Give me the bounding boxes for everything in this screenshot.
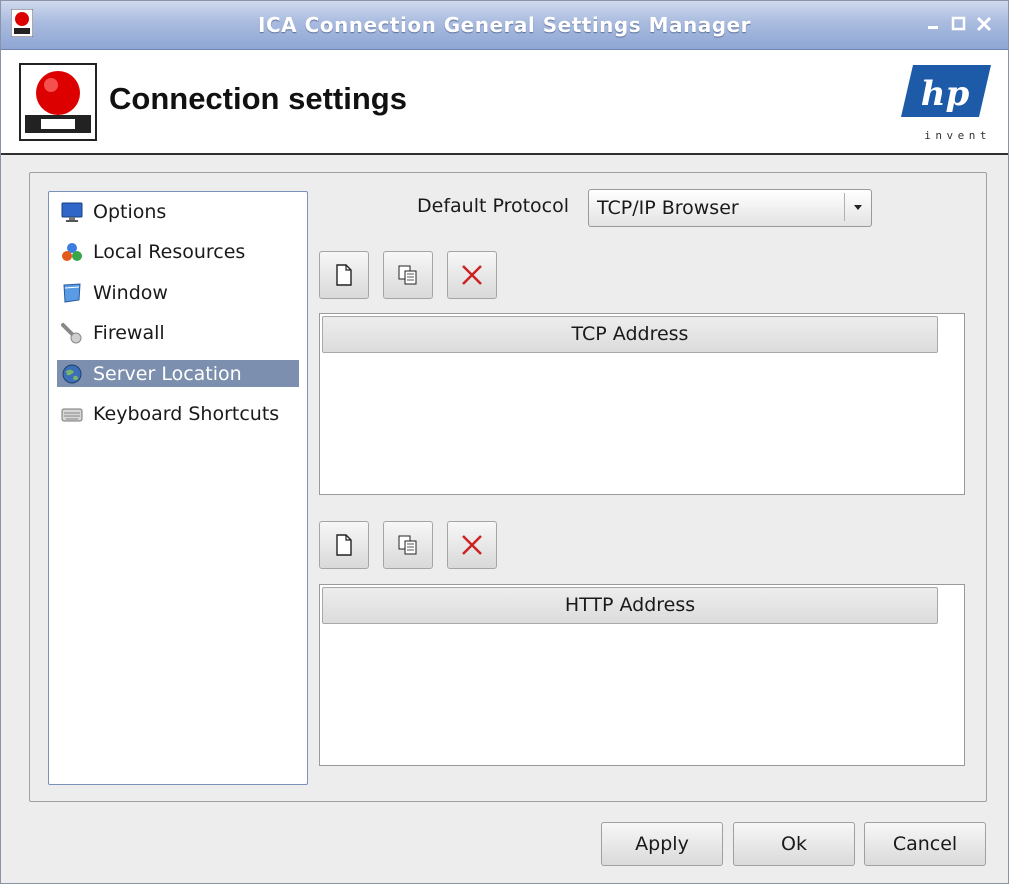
minimize-icon[interactable] <box>925 15 943 33</box>
dropdown-arrow[interactable] <box>844 193 871 221</box>
copy-icon <box>398 265 417 285</box>
title-bar[interactable]: ICA Connection General Settings Manager <box>1 1 1008 50</box>
ok-button[interactable]: Ok <box>733 822 855 866</box>
sidebar-item-server-location[interactable]: Server Location <box>57 360 299 387</box>
tcp-address-table[interactable]: TCP Address <box>319 313 965 495</box>
sidebar-item-label: Server Location <box>93 362 242 385</box>
sidebar-item-label: Firewall <box>93 321 165 344</box>
http-delete-button[interactable] <box>447 521 497 569</box>
window-icon <box>63 282 81 303</box>
header-banner: Connection settings <box>1 50 1008 155</box>
page-title: Connection settings <box>109 81 407 116</box>
connection-settings-icon <box>19 63 97 141</box>
maximize-icon[interactable] <box>950 15 968 33</box>
resources-icon <box>62 242 82 261</box>
sidebar-item-label: Local Resources <box>93 240 246 263</box>
http-address-column-header[interactable]: HTTP Address <box>322 587 938 624</box>
sidebar-item-keyboard-shortcuts[interactable]: Keyboard Shortcuts <box>57 400 299 427</box>
svg-text:hp: hp <box>921 74 970 114</box>
sidebar-item-label: Keyboard Shortcuts <box>93 402 280 425</box>
apply-button[interactable]: Apply <box>601 822 723 866</box>
delete-icon <box>462 265 482 285</box>
hp-logo: hp invent <box>901 65 991 145</box>
firewall-icon <box>61 322 82 343</box>
cancel-button[interactable]: Cancel <box>864 822 986 866</box>
category-list: Options Local Resources Window Firewall … <box>48 191 308 785</box>
sidebar-item-options[interactable]: Options <box>57 198 299 225</box>
logo-tagline: invent <box>924 129 991 142</box>
tcp-delete-button[interactable] <box>447 251 497 299</box>
new-document-icon <box>336 264 352 286</box>
hp-logo-mark: hp <box>901 65 991 117</box>
http-copy-button[interactable] <box>383 521 433 569</box>
default-protocol-label: Default Protocol <box>417 195 570 217</box>
delete-icon <box>462 535 482 555</box>
monitor-icon <box>61 202 83 222</box>
new-document-icon <box>336 534 352 556</box>
sidebar-item-local-resources[interactable]: Local Resources <box>57 238 299 265</box>
sidebar-item-firewall[interactable]: Firewall <box>57 319 299 346</box>
tcp-address-column-header[interactable]: TCP Address <box>322 316 938 353</box>
close-icon[interactable] <box>975 15 993 33</box>
chevron-down-icon <box>854 205 862 210</box>
sidebar-item-window[interactable]: Window <box>57 279 299 306</box>
settings-window: ICA Connection General Settings Manager … <box>0 0 1009 884</box>
http-new-button[interactable] <box>319 521 369 569</box>
keyboard-icon <box>61 408 83 421</box>
copy-icon <box>398 535 417 555</box>
sidebar-item-label: Options <box>93 200 167 223</box>
default-protocol-select[interactable]: TCP/IP Browser <box>588 189 872 227</box>
tcp-copy-button[interactable] <box>383 251 433 299</box>
sidebar-item-label: Window <box>93 281 168 304</box>
window-title: ICA Connection General Settings Manager <box>258 13 751 37</box>
http-address-table[interactable]: HTTP Address <box>319 584 965 766</box>
default-protocol-value: TCP/IP Browser <box>597 197 739 219</box>
tcp-new-button[interactable] <box>319 251 369 299</box>
globe-icon <box>62 364 82 383</box>
